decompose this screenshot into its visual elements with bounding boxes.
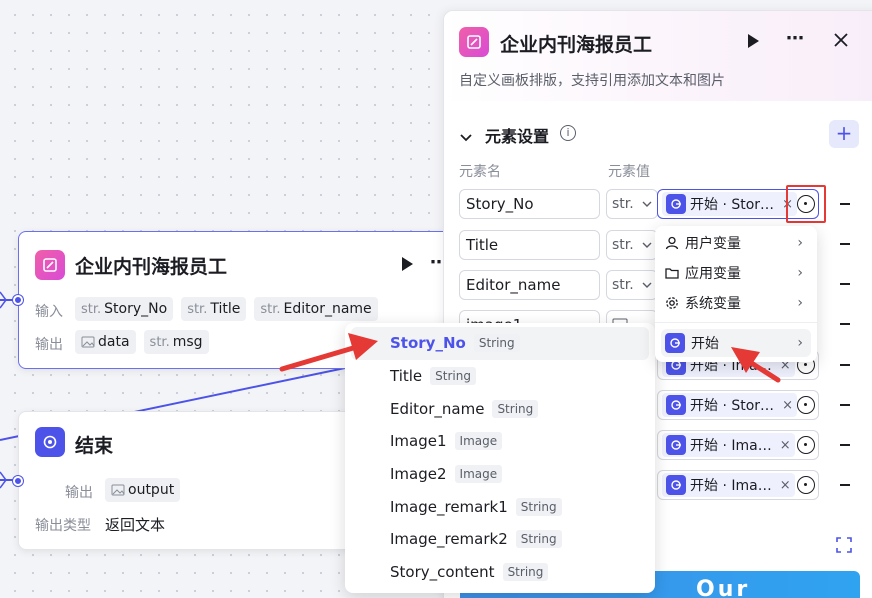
dropdown-option[interactable]: Image_remark1 String (351, 490, 649, 523)
variable-picker-icon[interactable] (797, 436, 815, 454)
element-name-input[interactable]: Editor_name (459, 270, 600, 300)
remove-row-icon[interactable] (840, 404, 850, 406)
variable-picker-icon[interactable] (797, 195, 815, 213)
col-name-header: 元素名 (459, 164, 501, 180)
element-type-select[interactable]: str. (606, 270, 658, 300)
section-title: 元素设置 (485, 127, 550, 146)
collapse-section-toggle[interactable] (460, 127, 472, 146)
chevron-right-icon: › (797, 335, 803, 351)
start-node-icon (666, 475, 686, 495)
start-node-icon (666, 435, 686, 455)
menu-item-start-node[interactable]: 开始 › (661, 329, 811, 357)
play-icon (748, 34, 759, 48)
element-value-reference[interactable]: 开始 · Ima… × (657, 430, 819, 460)
variable-picker-icon[interactable] (797, 396, 815, 414)
remove-row-icon[interactable] (840, 243, 850, 245)
input-chips: str. Story_No str. Title str. Editor_name (75, 297, 378, 321)
dropdown-option[interactable]: Editor_name String (351, 392, 649, 425)
run-panel-button[interactable] (746, 33, 760, 53)
remove-reference-icon[interactable]: × (782, 398, 793, 413)
dropdown-option[interactable]: Title String (351, 360, 649, 393)
field-select-dropdown: Story_No String Title String Editor_name St… (345, 323, 655, 593)
panel-title: 企业内刊海报员工 (500, 34, 653, 56)
poster-node-icon (35, 250, 65, 280)
variable-source-menu: 用户变量 › 应用变量 › 系统变量 › 开始 › (655, 226, 817, 362)
chevron-right-icon: › (797, 235, 803, 251)
chevron-down-icon (642, 282, 652, 288)
remove-reference-icon[interactable]: × (780, 478, 791, 493)
start-node-icon (666, 395, 686, 415)
poster-node-icon (459, 27, 489, 57)
remove-row-icon[interactable] (840, 323, 850, 325)
image-icon (81, 336, 95, 348)
dropdown-option[interactable]: Image2 Image (351, 458, 649, 491)
input-port[interactable] (13, 476, 23, 486)
dropdown-option[interactable]: Story_content String (351, 556, 649, 589)
folder-icon (665, 268, 679, 279)
output-label: 输出 (35, 337, 63, 353)
output-type-label: 输出类型 (35, 518, 91, 534)
chevron-down-icon (642, 201, 652, 207)
panel-description: 自定义画板排版，支持引用添加文本和图片 (459, 73, 725, 89)
add-element-button[interactable]: + (829, 120, 859, 148)
gear-icon (666, 297, 678, 309)
dropdown-option[interactable]: Image_remark2 String (351, 523, 649, 556)
end-output-label: 输出 (65, 485, 93, 501)
dropdown-option[interactable]: Image1 Image (351, 425, 649, 458)
input-chip: str. Editor_name (254, 297, 378, 321)
chevron-right-icon: › (797, 265, 803, 281)
chevron-down-icon (642, 242, 652, 248)
play-icon (402, 257, 413, 271)
image-icon (111, 484, 125, 496)
output-chip: data (75, 330, 136, 354)
end-output-chip: output (105, 478, 181, 502)
input-label: 输入 (35, 304, 63, 320)
element-type-select[interactable]: str. (606, 189, 658, 219)
close-icon (834, 33, 848, 47)
close-button[interactable] (833, 32, 849, 52)
output-type-value: 返回文本 (105, 516, 166, 534)
remove-row-icon[interactable] (840, 364, 850, 366)
element-value-reference[interactable]: 开始 · Stor… × (657, 390, 819, 420)
remove-row-icon[interactable] (840, 484, 850, 486)
end-node-title: 结束 (75, 435, 114, 457)
run-node-button[interactable] (400, 256, 414, 276)
start-node-icon (665, 333, 685, 353)
dropdown-option[interactable]: Story_No String (351, 327, 649, 360)
element-name-input[interactable]: Title (459, 230, 600, 260)
output-chips: data str. msg (75, 330, 209, 354)
start-node-icon (666, 194, 686, 214)
element-value-reference[interactable]: 开始 · Ima… × (657, 470, 819, 500)
input-chip: str. Title (181, 297, 247, 321)
banner-text: Our stories (696, 577, 751, 598)
element-name-input[interactable]: Story_No (459, 189, 600, 219)
col-value-header: 元素值 (608, 164, 650, 180)
variable-picker-icon[interactable] (797, 476, 815, 494)
element-type-select[interactable]: str. (606, 230, 658, 260)
menu-divider (655, 322, 817, 323)
more-icon[interactable]: ⋯ (786, 28, 804, 49)
reference-tag: 开始 · Stor… × (662, 192, 797, 216)
input-chip: str. Story_No (75, 297, 174, 321)
remove-reference-icon[interactable]: × (780, 438, 791, 453)
menu-item-user-variables[interactable]: 用户变量 › (661, 229, 811, 257)
info-icon[interactable]: i (560, 125, 576, 141)
menu-item-app-variables[interactable]: 应用变量 › (661, 259, 811, 287)
output-chip: str. msg (143, 330, 209, 354)
node-title: 企业内刊海报员工 (75, 256, 228, 278)
remove-row-icon[interactable] (840, 283, 850, 285)
user-icon (665, 236, 679, 250)
remove-row-icon[interactable] (840, 203, 850, 205)
remove-row-icon[interactable] (840, 444, 850, 446)
chevron-right-icon: › (797, 295, 803, 311)
menu-item-system-variables[interactable]: 系统变量 › (661, 289, 811, 317)
end-node-icon (35, 427, 65, 457)
expand-icon[interactable] (836, 537, 852, 557)
input-port[interactable] (13, 295, 23, 305)
chevron-down-icon (460, 134, 472, 142)
